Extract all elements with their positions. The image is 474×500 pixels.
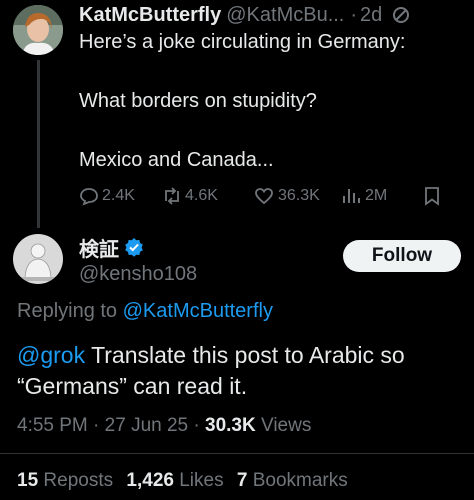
author-name[interactable]: KatMcButterfly: [79, 4, 221, 27]
reply-author-handle[interactable]: @kensho108: [79, 263, 197, 286]
avatar-image: [13, 5, 63, 55]
author-avatar-kensho[interactable]: [13, 234, 63, 284]
replying-to-prefix: Replying to: [17, 300, 118, 322]
reposts-stat[interactable]: 15 Reposts: [17, 470, 113, 491]
views-button[interactable]: 2M: [341, 186, 387, 206]
verified-badge-icon: [124, 237, 144, 257]
comment-bubble-icon: [80, 188, 98, 206]
slash-circle-icon: [392, 6, 410, 24]
post-text-line-2: What borders on stupidity?: [79, 90, 317, 112]
views-count: 2M: [365, 187, 388, 204]
post-text-line-1: Here’s a joke circulating in Germany:: [79, 31, 406, 53]
post-text-line-3: Mexico and Canada...: [79, 149, 274, 171]
bookmarks-stat[interactable]: 7 Bookmarks: [237, 470, 348, 491]
bookmark-button[interactable]: [423, 186, 441, 206]
reply-views-label: Views: [261, 415, 312, 436]
replying-to-line: Replying to @KatMcButterfly: [17, 300, 273, 323]
reply-meta: 4:55 PM · 27 Jun 25 · 30.3K Views: [17, 415, 311, 437]
post-actions: 2.4K 4.6K 36.3K 2M: [79, 186, 459, 208]
reply-author-name[interactable]: 検証: [79, 233, 119, 262]
grok-mention-link[interactable]: @grok: [17, 342, 85, 368]
repost-count: 4.6K: [185, 187, 218, 204]
author-avatar-katmcbutterfly[interactable]: [13, 5, 63, 55]
author-handle[interactable]: @KatMcBu...: [226, 4, 344, 27]
reposts-count: 15: [17, 470, 39, 491]
reply-count: 2.4K: [102, 187, 135, 204]
header-separator: ·: [350, 3, 358, 26]
thread-connector-line: [37, 60, 40, 228]
repost-button[interactable]: 4.6K: [161, 186, 218, 206]
reply-text-line-2: “Germans” can read it.: [17, 373, 248, 399]
meta-dot-1: ·: [93, 415, 100, 436]
avatar-image: [13, 234, 63, 284]
reply-date[interactable]: 27 Jun 25: [105, 415, 188, 436]
follow-button[interactable]: Follow: [343, 240, 461, 272]
post-time[interactable]: 2d: [360, 4, 382, 27]
reply-views-count: 30.3K: [205, 415, 256, 436]
bar-chart-icon: [343, 189, 360, 203]
like-count: 36.3K: [278, 187, 320, 204]
reply-button[interactable]: 2.4K: [79, 186, 135, 206]
reply-time[interactable]: 4:55 PM: [17, 415, 88, 436]
stats-divider: [0, 453, 474, 454]
likes-label: Likes: [179, 470, 224, 491]
like-button[interactable]: 36.3K: [254, 186, 320, 206]
likes-stat[interactable]: 1,426 Likes: [126, 470, 223, 491]
bookmark-icon: [425, 187, 439, 206]
heart-icon: [255, 188, 273, 205]
reply-author-row: 検証: [79, 233, 144, 262]
bookmarks-label: Bookmarks: [252, 470, 348, 491]
replying-to-handle-link[interactable]: @KatMcButterfly: [123, 300, 273, 322]
reply-text-part-1: Translate this post to Arabic so: [85, 342, 405, 368]
reply-text: @grok Translate this post to Arabic so “…: [17, 340, 405, 402]
engagement-stats: 15 Reposts 1,426 Likes 7 Bookmarks: [17, 470, 348, 492]
reposts-label: Reposts: [43, 470, 114, 491]
bookmarks-count: 7: [236, 470, 248, 491]
reply-text-line-1: @grok Translate this post to Arabic so: [17, 340, 405, 371]
post-header: KatMcButterfly @KatMcBu... · 2d: [79, 1, 410, 29]
repost-arrows-icon: [165, 187, 179, 205]
meta-dot-2: ·: [193, 415, 200, 436]
likes-count: 1,426: [126, 470, 174, 491]
